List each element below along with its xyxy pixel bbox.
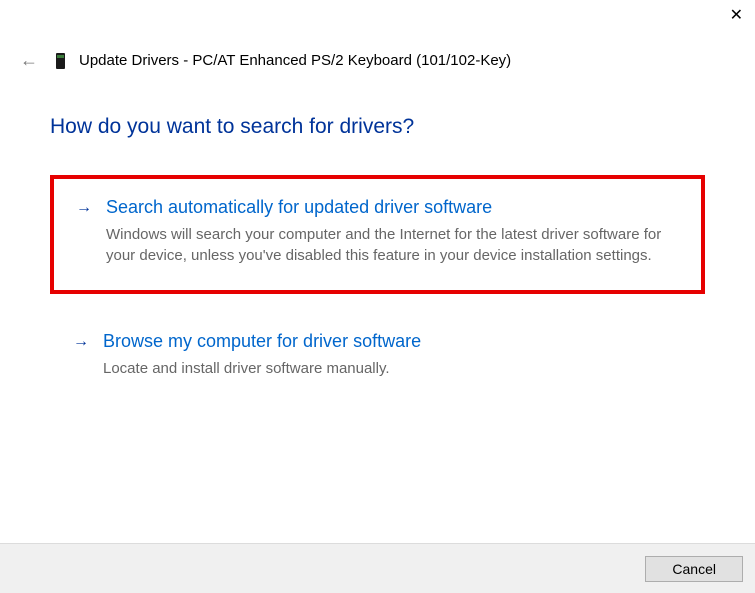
dialog-content: How do you want to search for drivers? →… — [0, 71, 755, 404]
cancel-button[interactable]: Cancel — [645, 556, 743, 582]
back-arrow-icon[interactable]: ← — [20, 50, 38, 71]
option-description: Locate and install driver software manua… — [103, 358, 682, 379]
page-heading: How do you want to search for drivers? — [50, 115, 705, 139]
dialog-footer: Cancel — [0, 543, 755, 593]
dialog-header: ← Update Drivers - PC/AT Enhanced PS/2 K… — [0, 0, 755, 71]
arrow-right-icon: → — [76, 200, 92, 216]
option-description: Windows will search your computer and th… — [106, 224, 679, 266]
arrow-right-icon: → — [73, 334, 89, 350]
option-header: → Browse my computer for driver software — [73, 331, 682, 352]
option-title: Browse my computer for driver software — [103, 331, 421, 352]
device-icon — [56, 53, 65, 69]
option-header: → Search automatically for updated drive… — [76, 197, 679, 218]
option-title: Search automatically for updated driver … — [106, 197, 492, 218]
close-icon[interactable]: ✕ — [730, 8, 743, 24]
option-search-auto[interactable]: → Search automatically for updated drive… — [50, 175, 705, 294]
dialog-title: Update Drivers - PC/AT Enhanced PS/2 Key… — [79, 52, 511, 69]
option-browse-computer[interactable]: → Browse my computer for driver software… — [50, 312, 705, 404]
